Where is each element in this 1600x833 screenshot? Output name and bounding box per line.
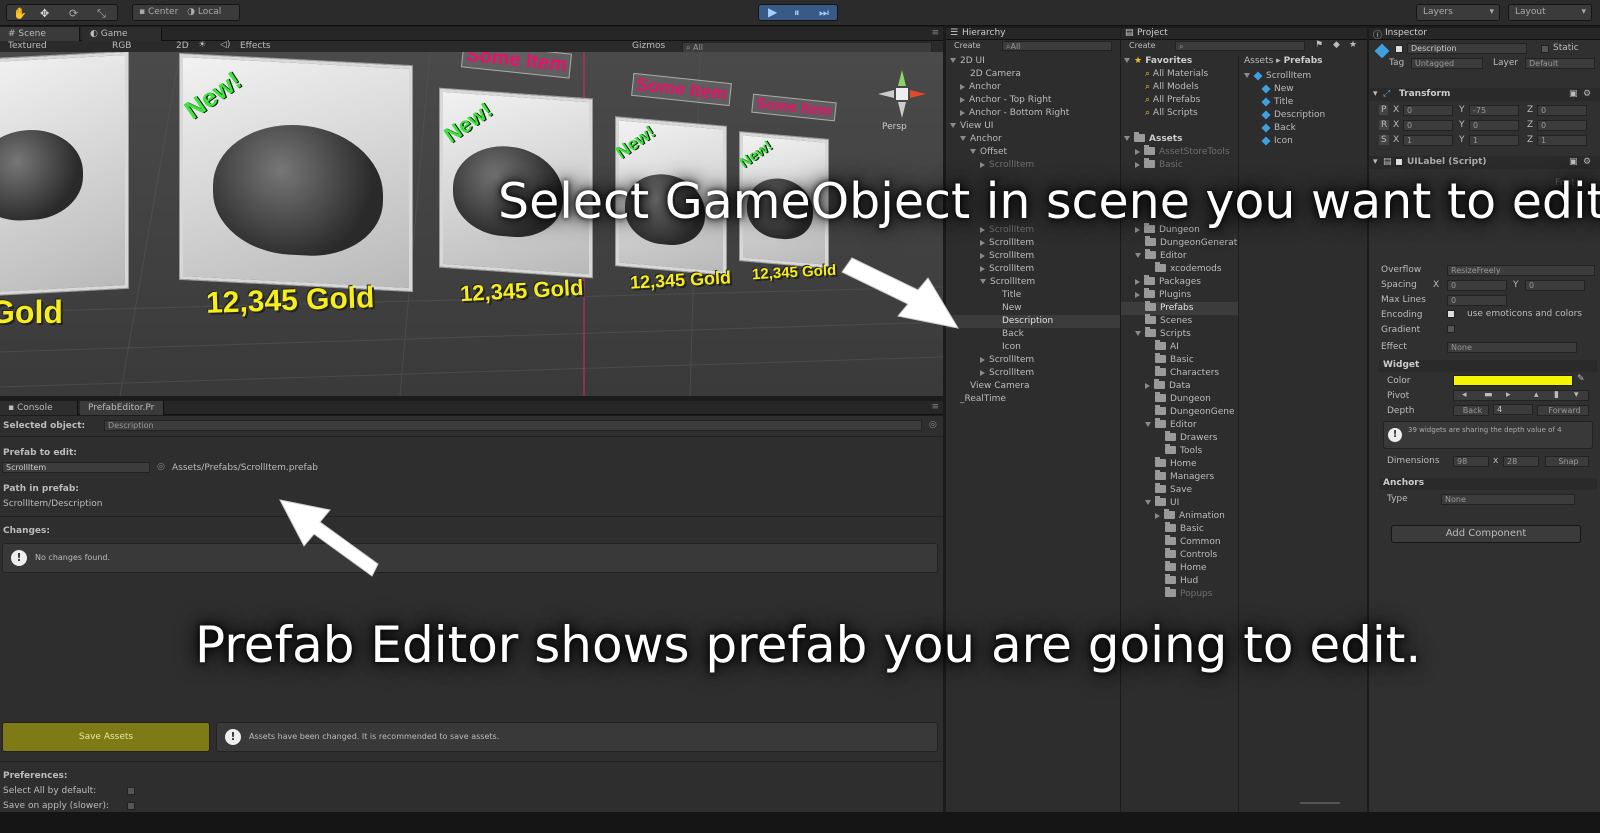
arrow-to-hierarchy-icon	[841, 257, 960, 329]
caption-top: Select GameObject in scene you want to e…	[498, 173, 1600, 230]
tutorial-arrows	[279, 257, 960, 577]
caption-bottom: Prefab Editor shows prefab you are going…	[195, 616, 1422, 674]
arrow-to-prefab-path-icon	[279, 499, 379, 577]
